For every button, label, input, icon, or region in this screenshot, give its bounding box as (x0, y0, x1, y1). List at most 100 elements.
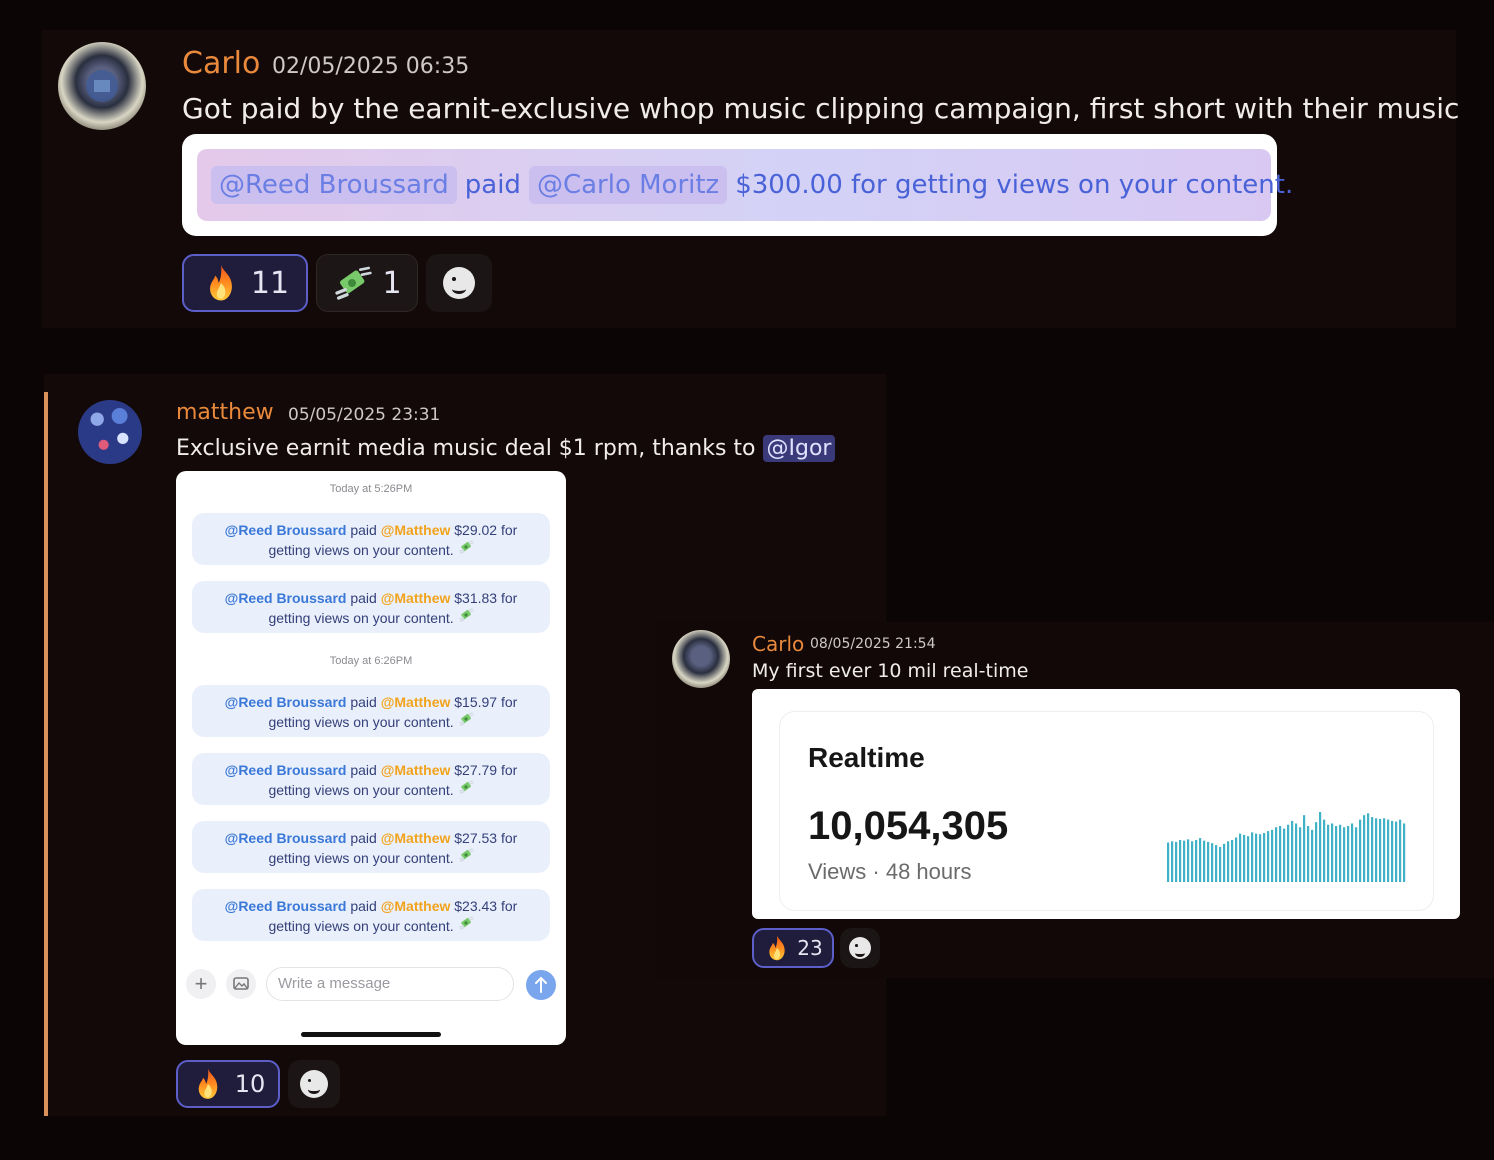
username[interactable]: Carlo (182, 46, 260, 81)
reaction-fire[interactable]: 11 (182, 254, 308, 312)
sparkline-bar (1283, 828, 1286, 882)
sparkline-bar (1215, 845, 1218, 882)
sparkline-bar (1267, 831, 1270, 882)
payee: @Matthew (380, 694, 451, 710)
sparkline-bar (1239, 833, 1242, 882)
sparkline-bar (1359, 819, 1362, 882)
sparkline-bar (1339, 824, 1342, 882)
sparkline-bar (1383, 818, 1386, 882)
sparkline-bar (1355, 827, 1358, 882)
payment-bubble: @Reed Broussard paid @Matthew $31.83 for… (192, 581, 550, 633)
sparkline-bar (1295, 823, 1298, 882)
realtime-title: Realtime (808, 742, 925, 773)
sparkline-bar (1199, 838, 1202, 882)
fire-icon (191, 1067, 225, 1101)
reaction-fire[interactable]: 23 (752, 928, 834, 968)
sparkline-bar (1195, 840, 1198, 882)
sparkline-bar (1263, 833, 1266, 882)
sparkline-bar (1303, 815, 1306, 882)
sparkline-bar (1187, 839, 1190, 882)
payment-bubble: @Reed Broussard paid @Matthew $27.79 for… (192, 753, 550, 805)
sparkline-bar (1179, 840, 1182, 882)
sparkline-bar (1323, 819, 1326, 882)
mention-igor[interactable]: @Igor (762, 435, 836, 462)
add-reaction-button[interactable] (840, 928, 880, 968)
sparkline-bar (1307, 826, 1310, 882)
sparkline-bar (1395, 821, 1398, 882)
fire-icon (763, 934, 791, 962)
realtime-caption: Views · 48 hours (808, 859, 972, 884)
reaction-money[interactable]: 1 (316, 254, 418, 312)
sparkline-bar (1351, 823, 1354, 882)
username[interactable]: matthew (176, 400, 274, 425)
realtime-card: Realtime 10,054,305 Views · 48 hours (752, 689, 1460, 919)
sparkline-bar (1367, 813, 1370, 882)
day-label: Today at 6:26PM (329, 655, 413, 667)
mention-payee[interactable]: @Carlo Moritz (528, 166, 728, 204)
image-icon (226, 969, 256, 999)
payee: @Matthew (380, 898, 451, 914)
avatar-carlo[interactable] (58, 42, 146, 130)
payments-screenshot: Today at 5:26PM @Reed Broussard paid @Ma… (176, 471, 566, 1045)
sparkline-bar (1271, 829, 1274, 882)
avatar-matthew[interactable] (78, 400, 142, 464)
realtime-value: 10,054,305 (808, 804, 1009, 848)
payer: @Reed Broussard (224, 590, 347, 606)
sparkline-bar (1379, 819, 1382, 882)
mention-payer[interactable]: @Reed Broussard (211, 166, 457, 204)
message-composer: + Write a message (186, 967, 556, 1003)
payment-embed-body: @Reed Broussard paid @Carlo Moritz $300.… (197, 149, 1293, 221)
payer: @Reed Broussard (224, 694, 347, 710)
add-reaction-button[interactable] (426, 254, 492, 312)
username[interactable]: Carlo (752, 632, 804, 656)
sparkline-bar (1371, 817, 1374, 882)
money-with-wings-icon (458, 847, 474, 863)
sparkline-bar (1227, 841, 1230, 882)
sparkline-bar (1299, 827, 1302, 882)
reaction-count: 1 (382, 265, 402, 301)
money-with-wings-icon (332, 263, 372, 303)
smiley-icon (849, 937, 871, 959)
sparkline-bar (1251, 832, 1254, 882)
payment-verb: paid (464, 170, 521, 200)
payment-message: $300.00 for getting views on your conten… (735, 170, 1294, 200)
reaction-count: 10 (234, 1070, 266, 1098)
avatar-carlo[interactable] (672, 630, 730, 688)
payment-embed: @Reed Broussard paid @Carlo Moritz $300.… (182, 134, 1293, 236)
payment-bubble: @Reed Broussard paid @Matthew $29.02 for… (192, 513, 550, 565)
payee: @Matthew (380, 522, 451, 538)
sparkline-bar (1235, 837, 1238, 882)
message-input: Write a message (266, 967, 514, 1001)
sparkline-bar (1343, 827, 1346, 882)
avatar-art-icon (86, 70, 118, 102)
sparkline-bar (1203, 840, 1206, 882)
sparkline-bar (1243, 834, 1246, 882)
fire-icon (201, 263, 241, 303)
suffix: getting views on your content. (268, 610, 454, 626)
sparkline-bar (1403, 823, 1406, 882)
sparkline-bar (1287, 824, 1290, 882)
sparkline-bar (1191, 841, 1194, 882)
reaction-count: 11 (250, 265, 290, 301)
verb: paid (350, 694, 377, 710)
sparkline-bar (1275, 827, 1278, 882)
amount: $27.53 for (454, 830, 518, 846)
money-with-wings-icon (458, 711, 474, 727)
message-text: Exclusive earnit media music deal $1 rpm… (176, 435, 836, 462)
payer: @Reed Broussard (224, 762, 347, 778)
amount: $29.02 for (454, 522, 518, 538)
plus-icon: + (186, 969, 216, 999)
suffix: getting views on your content. (268, 850, 454, 866)
send-icon (526, 970, 556, 1000)
sparkline-bar (1335, 826, 1338, 882)
sparkline-bar (1363, 815, 1366, 882)
smiley-icon (300, 1070, 328, 1098)
suffix: getting views on your content. (268, 782, 454, 798)
sparkline-bar (1319, 812, 1322, 882)
sparkline-bar (1387, 819, 1390, 882)
payer: @Reed Broussard (224, 522, 347, 538)
reaction-fire[interactable]: 10 (176, 1060, 280, 1108)
add-reaction-button[interactable] (288, 1060, 340, 1108)
sparkline-bar (1219, 847, 1222, 882)
sparkline-bar (1175, 841, 1178, 882)
